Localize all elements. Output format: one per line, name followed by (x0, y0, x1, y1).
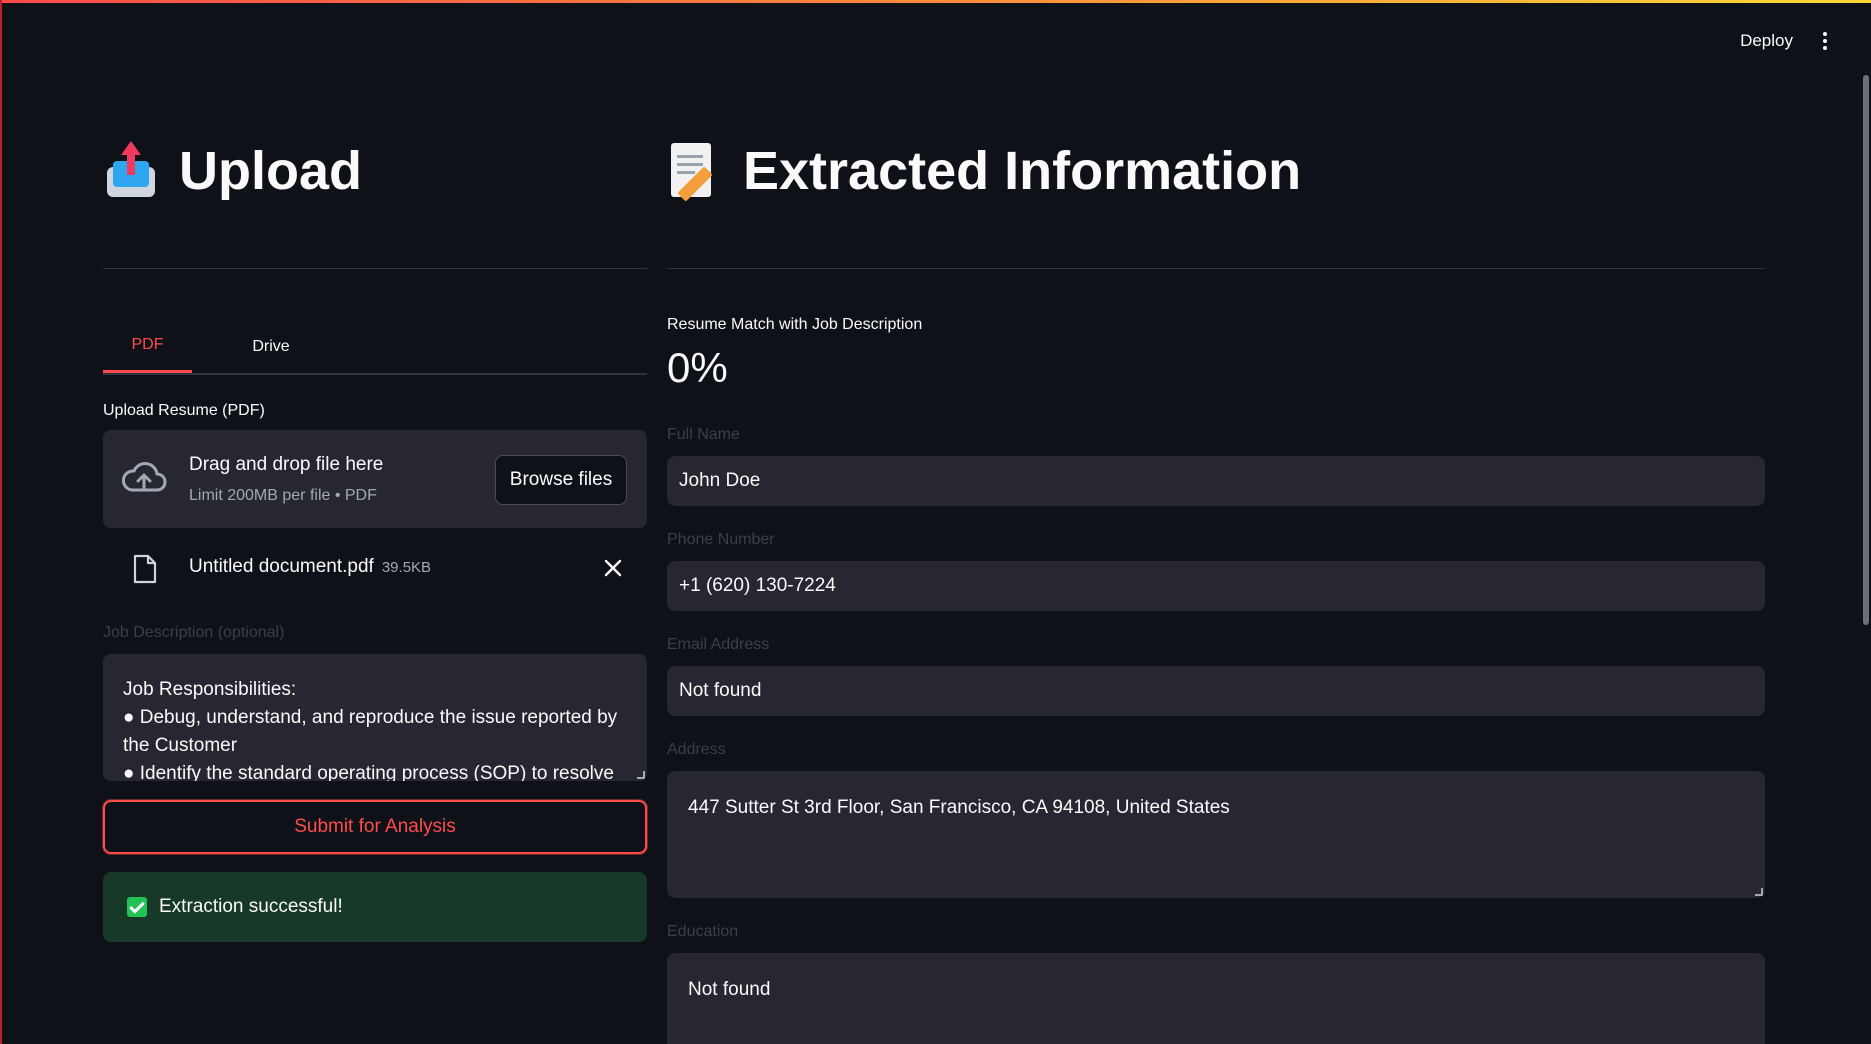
job-description-label: Job Description (optional) (103, 624, 285, 641)
education-label: Education (667, 923, 739, 940)
file-icon (133, 554, 157, 584)
job-description-text: Job Responsibilities: ● Debug, understan… (123, 679, 618, 781)
email-address-label: Email Address (667, 636, 770, 653)
address-label: Address (667, 741, 726, 758)
tab-pdf[interactable]: PDF (103, 320, 192, 373)
tab-drive[interactable]: Drive (226, 320, 316, 373)
extracted-title: Extracted Information (743, 141, 1302, 201)
full-name-label: Full Name (667, 426, 740, 443)
upload-heading: Upload (103, 140, 362, 202)
upload-tabs: PDF Drive (103, 320, 647, 375)
dropzone-limit: Limit 200MB per file • PDF (189, 487, 377, 504)
file-name-container: Untitled document.pdf 39.5KB (189, 556, 431, 578)
job-description-textarea[interactable]: Job Responsibilities: ● Debug, understan… (103, 654, 647, 781)
success-message: Extraction successful! (159, 896, 343, 917)
left-edge-accent (0, 0, 2, 1044)
address-resize-handle-icon[interactable] (1755, 888, 1763, 896)
app-header-actions: Deploy (1740, 30, 1831, 52)
address-textarea[interactable]: 447 Sutter St 3rd Floor, San Francisco, … (667, 771, 1765, 898)
checkmark-icon (127, 897, 147, 917)
memo-icon (667, 141, 723, 202)
full-name-field[interactable] (667, 456, 1765, 506)
submit-analysis-button[interactable]: Submit for Analysis (103, 800, 647, 854)
address-value: 447 Sutter St 3rd Floor, San Francisco, … (688, 797, 1230, 818)
cloud-upload-icon (122, 462, 167, 492)
upload-title: Upload (179, 141, 362, 201)
success-alert: Extraction successful! (103, 872, 647, 942)
resize-handle-icon[interactable] (637, 771, 645, 779)
uploaded-file-row: Untitled document.pdf 39.5KB (103, 548, 647, 592)
match-metric-label: Resume Match with Job Description (667, 316, 923, 333)
extracted-heading: Extracted Information (667, 140, 1301, 202)
outbox-tray-icon (103, 141, 159, 201)
phone-number-label: Phone Number (667, 531, 775, 548)
phone-number-field[interactable] (667, 561, 1765, 611)
top-accent-bar (0, 0, 1871, 3)
email-address-field[interactable] (667, 666, 1765, 716)
main-menu-icon[interactable] (1819, 30, 1831, 52)
page-scrollbar[interactable] (1863, 75, 1869, 625)
uploaded-file-name: Untitled document.pdf (189, 556, 374, 577)
deploy-button[interactable]: Deploy (1740, 31, 1793, 51)
uploaded-file-size: 39.5KB (381, 559, 432, 576)
browse-files-button[interactable]: Browse files (495, 455, 627, 505)
upload-divider (103, 268, 647, 269)
dropzone-title: Drag and drop file here (189, 454, 384, 475)
upload-resume-label: Upload Resume (PDF) (103, 402, 265, 419)
extracted-divider (667, 268, 1765, 269)
education-textarea[interactable]: Not found (667, 953, 1765, 1044)
remove-file-icon[interactable] (601, 556, 625, 580)
match-metric-value: 0% (667, 344, 728, 391)
education-value: Not found (688, 979, 771, 1000)
file-dropzone[interactable]: Drag and drop file here Limit 200MB per … (103, 430, 647, 528)
